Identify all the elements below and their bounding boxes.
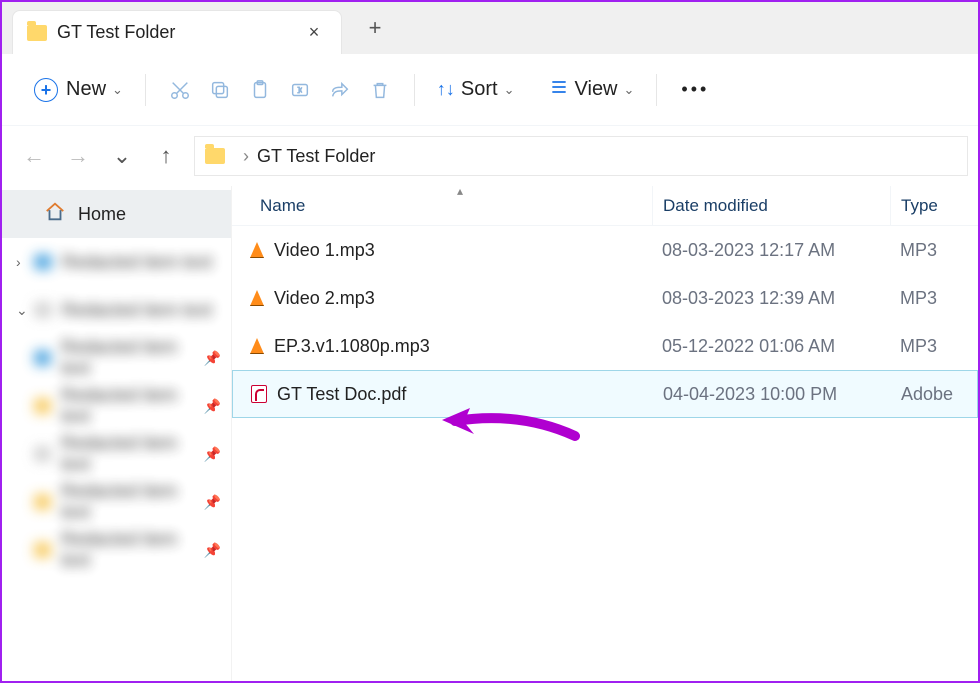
address-bar[interactable]: › GT Test Folder — [194, 136, 968, 176]
vlc-cone-icon — [250, 290, 264, 306]
file-row[interactable]: EP.3.v1.1080p.mp3 05-12-2022 01:06 AMMP3 — [232, 322, 978, 370]
pin-icon[interactable]: 📌 — [204, 446, 221, 463]
vlc-cone-icon — [250, 338, 264, 354]
sidebar-item-label: Redacted item text — [62, 252, 212, 273]
file-pane: ▴ Name Date modified Type Video 1.mp3 08-… — [232, 186, 978, 681]
expand-icon[interactable]: ⌄ — [16, 302, 34, 319]
pin-icon[interactable]: 📌 — [204, 542, 221, 559]
file-name: EP.3.v1.1080p.mp3 — [274, 336, 430, 357]
breadcrumb-separator: › — [243, 146, 249, 167]
pin-icon[interactable]: 📌 — [204, 350, 221, 367]
recent-dropdown[interactable]: ⌄ — [100, 136, 144, 176]
file-name: GT Test Doc.pdf — [277, 384, 406, 405]
cut-icon[interactable] — [160, 73, 200, 107]
sidebar-item[interactable]: ⌄ Redacted item text — [2, 286, 231, 334]
rename-icon[interactable] — [280, 73, 320, 107]
sidebar-item[interactable]: Redacted item text📌 — [2, 382, 231, 430]
column-header-date[interactable]: Date modified — [652, 186, 890, 225]
sidebar-item[interactable]: Redacted item text📌 — [2, 526, 231, 574]
file-row[interactable]: GT Test Doc.pdf 04-04-2023 10:00 PMAdobe — [232, 370, 978, 418]
up-button[interactable]: ↑ — [144, 136, 188, 176]
sidebar-home-label: Home — [78, 204, 126, 225]
tab-strip: GT Test Folder × + — [2, 2, 978, 54]
file-date: 05-12-2022 01:06 AM — [652, 336, 890, 357]
vlc-cone-icon — [250, 242, 264, 258]
folder-icon — [205, 148, 225, 164]
column-header-type[interactable]: Type — [890, 186, 978, 225]
pin-icon[interactable]: 📌 — [204, 494, 221, 511]
toolbar: + New ⌄ ↑↓ Sort ⌄ — [2, 54, 978, 126]
back-button[interactable]: ← — [12, 136, 56, 176]
chevron-down-icon: ⌄ — [504, 82, 515, 98]
view-label: View — [575, 78, 618, 101]
more-button[interactable]: ••• — [671, 73, 719, 106]
nav-row: ← → ⌄ ↑ › GT Test Folder — [2, 126, 978, 186]
file-type: MP3 — [890, 336, 978, 357]
sort-indicator-icon: ▴ — [457, 184, 463, 198]
file-name: Video 2.mp3 — [274, 288, 375, 309]
file-date: 08-03-2023 12:17 AM — [652, 240, 890, 261]
folder-icon — [27, 25, 47, 41]
sidebar-item[interactable]: Redacted item text📌 — [2, 430, 231, 478]
breadcrumb-current[interactable]: GT Test Folder — [257, 146, 375, 167]
column-headers: ▴ Name Date modified Type — [232, 186, 978, 226]
tab-active[interactable]: GT Test Folder × — [12, 10, 342, 54]
delete-icon[interactable] — [360, 73, 400, 107]
sort-label: Sort — [461, 78, 498, 101]
file-date: 08-03-2023 12:39 AM — [652, 288, 890, 309]
plus-circle-icon: + — [34, 78, 58, 102]
sidebar: Home › Redacted item text ⌄ Redacted item t… — [2, 186, 232, 681]
file-date: 04-04-2023 10:00 PM — [653, 384, 891, 405]
sidebar-item-label: Redacted item text — [61, 385, 203, 427]
chevron-down-icon: ⌄ — [112, 82, 123, 98]
sort-icon: ↑↓ — [437, 79, 455, 100]
pin-icon[interactable]: 📌 — [204, 398, 221, 415]
new-label: New — [66, 78, 106, 101]
sort-button[interactable]: ↑↓ Sort ⌄ — [429, 72, 523, 107]
expand-icon[interactable]: › — [16, 254, 34, 270]
file-type: MP3 — [890, 288, 978, 309]
sidebar-item-home[interactable]: Home — [2, 190, 231, 238]
sidebar-item-label: Redacted item text — [61, 481, 203, 523]
sidebar-item-label: Redacted item text — [61, 337, 203, 379]
sidebar-item-label: Redacted item text — [62, 300, 212, 321]
paste-icon[interactable] — [240, 73, 280, 107]
file-row[interactable]: Video 1.mp3 08-03-2023 12:17 AMMP3 — [232, 226, 978, 274]
sidebar-item[interactable]: › Redacted item text — [2, 238, 231, 286]
share-icon[interactable] — [320, 73, 360, 107]
file-name: Video 1.mp3 — [274, 240, 375, 261]
sidebar-item-label: Redacted item text — [61, 433, 203, 475]
new-tab-button[interactable]: + — [354, 7, 396, 49]
file-row[interactable]: Video 2.mp3 08-03-2023 12:39 AMMP3 — [232, 274, 978, 322]
sidebar-item[interactable]: Redacted item text📌 — [2, 334, 231, 382]
pdf-icon — [251, 385, 267, 403]
column-header-name[interactable]: Name — [232, 196, 652, 216]
home-icon — [44, 201, 66, 228]
file-type: Adobe — [891, 384, 977, 405]
tab-title: GT Test Folder — [57, 22, 301, 43]
file-type: MP3 — [890, 240, 978, 261]
sidebar-item[interactable]: Redacted item text📌 — [2, 478, 231, 526]
new-button[interactable]: + New ⌄ — [26, 72, 131, 108]
view-list-icon — [549, 77, 569, 103]
copy-icon[interactable] — [200, 73, 240, 107]
sidebar-item-label: Redacted item text — [61, 529, 203, 571]
forward-button[interactable]: → — [56, 136, 100, 176]
chevron-down-icon: ⌄ — [624, 82, 635, 98]
view-button[interactable]: View ⌄ — [541, 71, 643, 109]
close-tab-button[interactable]: × — [301, 22, 327, 43]
